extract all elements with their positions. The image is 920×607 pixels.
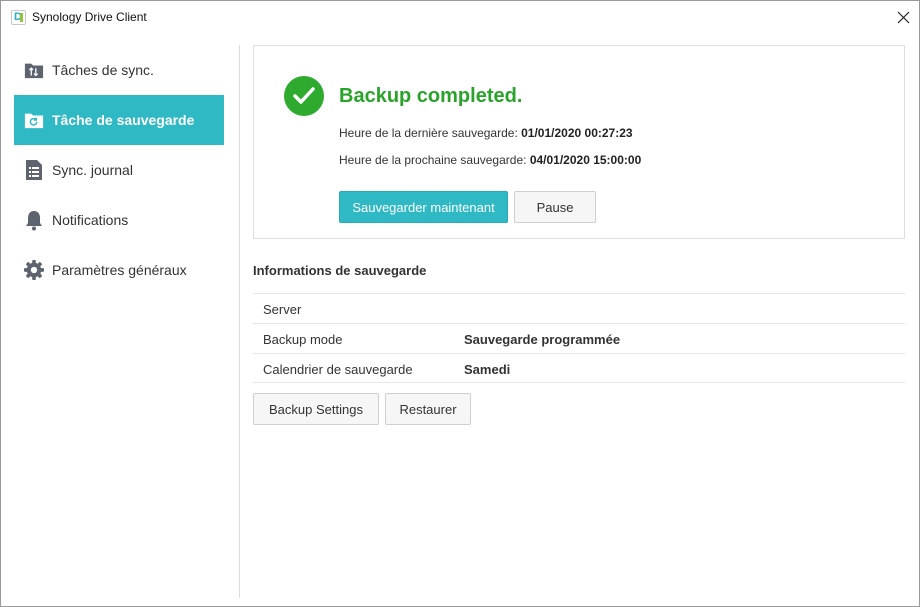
next-backup-label: Heure de la prochaine sauvegarde: xyxy=(339,153,527,167)
last-backup-value: 01/01/2020 00:27:23 xyxy=(521,126,633,140)
info-key: Calendrier de sauvegarde xyxy=(263,362,413,377)
window-title: Synology Drive Client xyxy=(32,10,147,24)
table-row: Backup mode Sauvegarde programmée xyxy=(253,323,905,353)
backup-folder-icon xyxy=(24,109,44,131)
table-row: Calendrier de sauvegarde Samedi xyxy=(253,353,905,383)
last-backup-label: Heure de la dernière sauvegarde: xyxy=(339,126,518,140)
check-circle-icon xyxy=(284,76,324,116)
close-icon xyxy=(897,11,910,24)
backup-status-title: Backup completed. xyxy=(339,85,523,107)
info-key: Server xyxy=(263,302,302,317)
next-backup-time: Heure de la prochaine sauvegarde: 04/01/… xyxy=(339,152,641,168)
last-backup-time: Heure de la dernière sauvegarde: 01/01/2… xyxy=(339,125,633,141)
sidebar-item-label: Tâches de sync. xyxy=(52,62,154,78)
backup-info-title: Informations de sauvegarde xyxy=(253,263,427,278)
backup-info-table: Server Backup mode Sauvegarde programmée… xyxy=(253,293,905,383)
sidebar-item-label: Sync. journal xyxy=(52,162,133,178)
sync-tasks-icon xyxy=(24,59,44,81)
table-row: Server xyxy=(253,293,905,323)
gear-icon xyxy=(24,259,44,281)
backup-status-panel: Backup completed. Heure de la dernière s… xyxy=(253,45,905,239)
sidebar-item-notifications[interactable]: Notifications xyxy=(14,195,224,245)
sidebar-item-backup-task[interactable]: Tâche de sauvegarde xyxy=(14,95,224,145)
backup-schedule-value: Samedi xyxy=(464,362,511,377)
sidebar-item-general-settings[interactable]: Paramètres généraux xyxy=(14,245,224,295)
synology-drive-logo-icon: D xyxy=(11,10,26,25)
journal-list-icon xyxy=(24,159,44,181)
pause-button[interactable]: Pause xyxy=(514,191,596,223)
backup-mode-value: Sauvegarde programmée xyxy=(464,332,621,347)
backup-now-button[interactable]: Sauvegarder maintenant xyxy=(339,191,508,223)
sidebar-item-sync-journal[interactable]: Sync. journal xyxy=(14,145,224,195)
title-bar: D Synology Drive Client xyxy=(1,1,919,34)
restore-button[interactable]: Restaurer xyxy=(385,393,471,425)
sidebar-item-label: Paramètres généraux xyxy=(52,262,187,278)
info-key: Backup mode xyxy=(263,332,343,347)
sidebar-item-sync-tasks[interactable]: Tâches de sync. xyxy=(14,45,224,95)
close-button[interactable] xyxy=(889,1,919,34)
bell-icon xyxy=(24,209,44,231)
backup-settings-button[interactable]: Backup Settings xyxy=(253,393,379,425)
sidebar-divider xyxy=(239,45,240,598)
app-window: D Synology Drive Client Tâches de sync. xyxy=(0,0,920,607)
sidebar-item-label: Tâche de sauvegarde xyxy=(52,112,195,128)
sidebar-item-label: Notifications xyxy=(52,212,129,228)
next-backup-value: 04/01/2020 15:00:00 xyxy=(529,153,642,167)
